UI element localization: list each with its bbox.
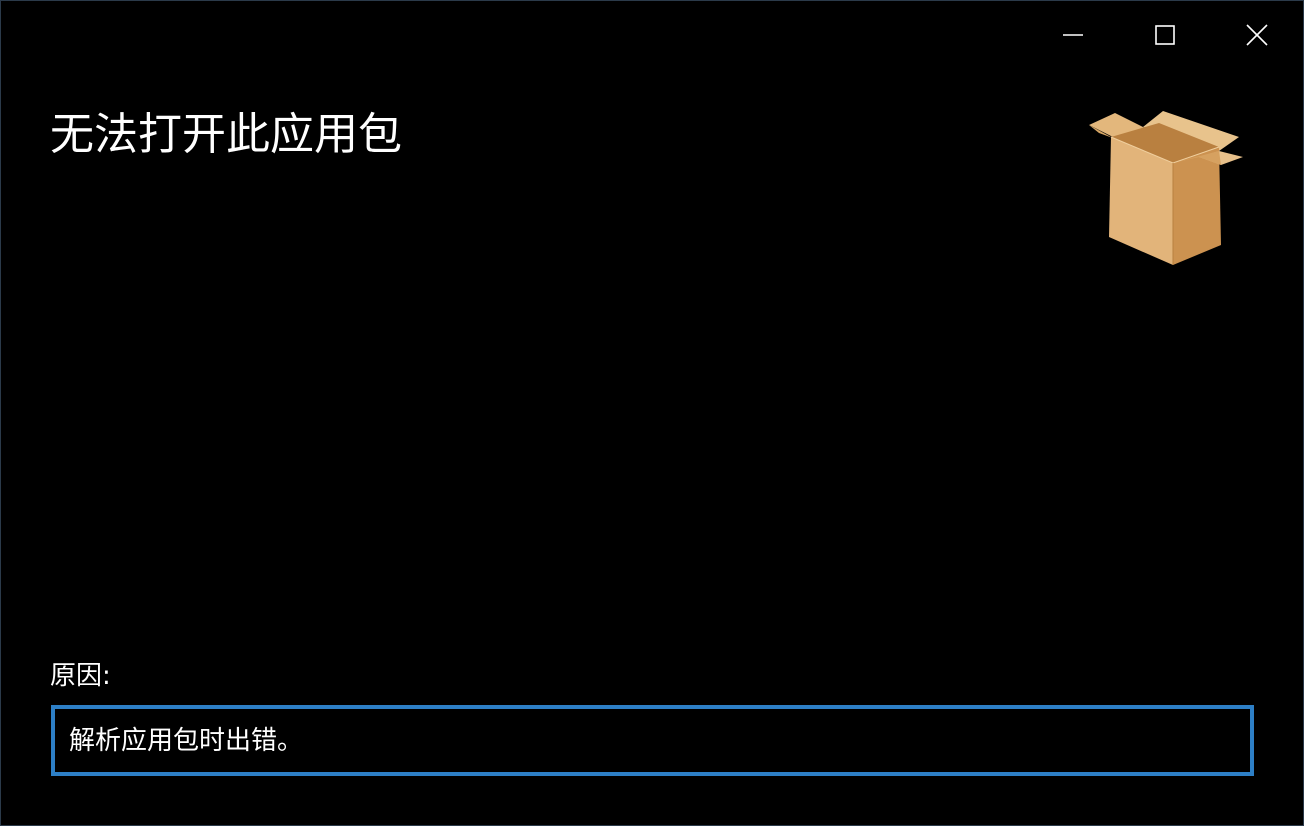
maximize-button[interactable] (1119, 1, 1211, 69)
minimize-icon (1063, 34, 1083, 36)
reason-textbox[interactable]: 解析应用包时出错。 (51, 705, 1254, 776)
package-box-icon (1089, 111, 1243, 265)
minimize-button[interactable] (1027, 1, 1119, 69)
reason-label: 原因: (50, 661, 111, 691)
close-icon (1246, 24, 1268, 46)
app-installer-window: 无法打开此应用包 原因: 解析应用包时出错。 (0, 0, 1304, 826)
reason-text: 解析应用包时出错。 (69, 725, 304, 756)
close-button[interactable] (1211, 1, 1303, 69)
dialog-title: 无法打开此应用包 (50, 109, 402, 160)
caption-buttons (1027, 1, 1303, 69)
maximize-icon (1155, 25, 1175, 45)
